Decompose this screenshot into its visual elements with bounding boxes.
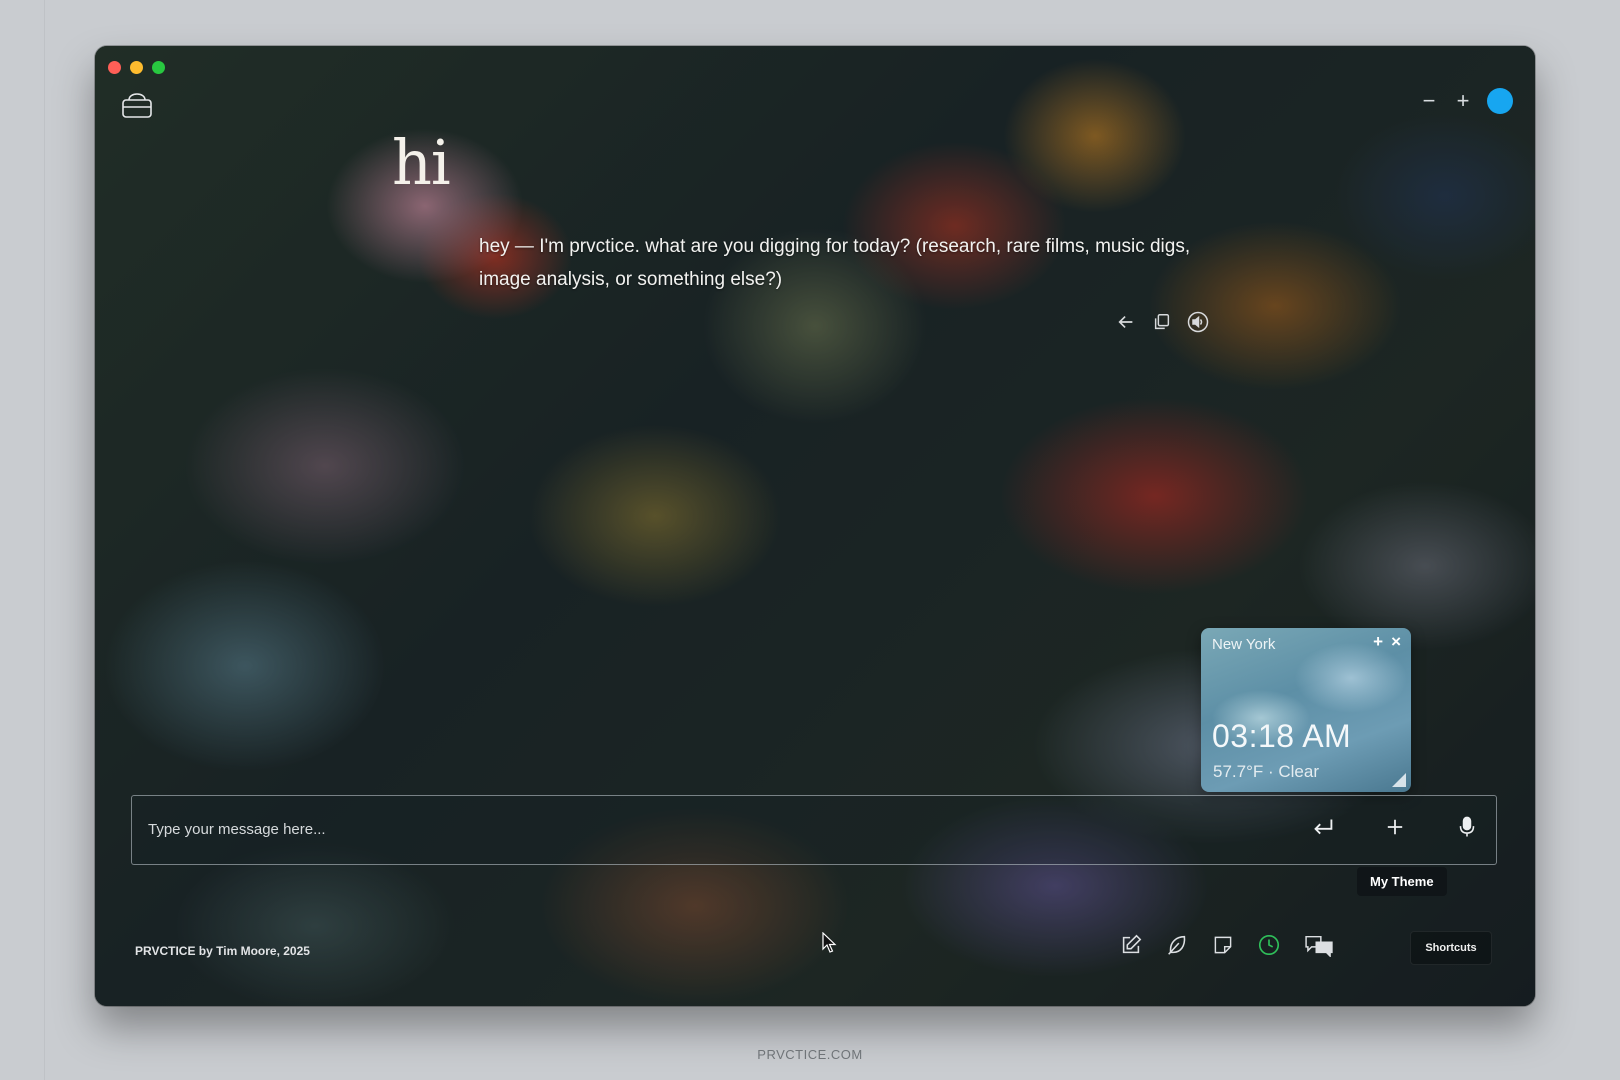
close-clock-button[interactable]: × [1391,632,1401,652]
message-composer [131,795,1497,865]
clock-city: New York [1212,636,1276,653]
theme-tooltip: My Theme [1357,867,1447,896]
clock-widget[interactable]: New York + × 03:18 AM 57.7°F · Clear [1201,628,1411,792]
page-edge-line [44,0,45,1080]
mic-icon[interactable] [1452,812,1482,842]
assistant-message: hey — I'm prvctice. what are you digging… [479,236,1191,290]
window-top-controls: − + [1419,88,1513,114]
bottom-toolbar [1118,932,1336,958]
clock-time: 03:18 AM [1212,718,1352,754]
plus-icon[interactable] [1380,812,1410,842]
feather-icon[interactable] [1164,932,1190,958]
greeting-heading: hi [392,126,451,199]
mouse-cursor-icon [822,932,837,953]
zoom-out-button[interactable]: − [1419,90,1439,112]
chat-bubbles-icon[interactable] [1302,932,1336,958]
clock-icon[interactable] [1256,932,1282,958]
zoom-in-button[interactable]: + [1453,90,1473,112]
back-arrow-icon[interactable] [1115,311,1137,333]
message-actions [1115,311,1209,333]
bag-logo-icon[interactable] [120,88,154,120]
note-icon[interactable] [1210,932,1236,958]
site-domain: PRVCTICE.COM [757,1047,863,1062]
close-window-button[interactable] [108,61,121,74]
credit-text: PRVCTICE by Tim Moore, 2025 [135,944,310,958]
message-input[interactable] [146,814,1250,844]
shortcuts-button[interactable]: Shortcuts [1410,931,1492,965]
status-indicator[interactable] [1487,88,1513,114]
traffic-lights [108,61,165,74]
enter-icon[interactable] [1308,812,1338,842]
resize-handle-icon[interactable] [1392,773,1406,787]
app-window: − + hi hey — I'm prvctice. what are you … [95,46,1535,1006]
edit-icon[interactable] [1118,932,1144,958]
zoom-window-button[interactable] [152,61,165,74]
clock-weather: 57.7°F · Clear [1213,762,1320,781]
minimize-window-button[interactable] [130,61,143,74]
copy-icon[interactable] [1151,311,1173,333]
speaker-icon[interactable] [1187,311,1209,333]
add-clock-button[interactable]: + [1373,632,1383,652]
